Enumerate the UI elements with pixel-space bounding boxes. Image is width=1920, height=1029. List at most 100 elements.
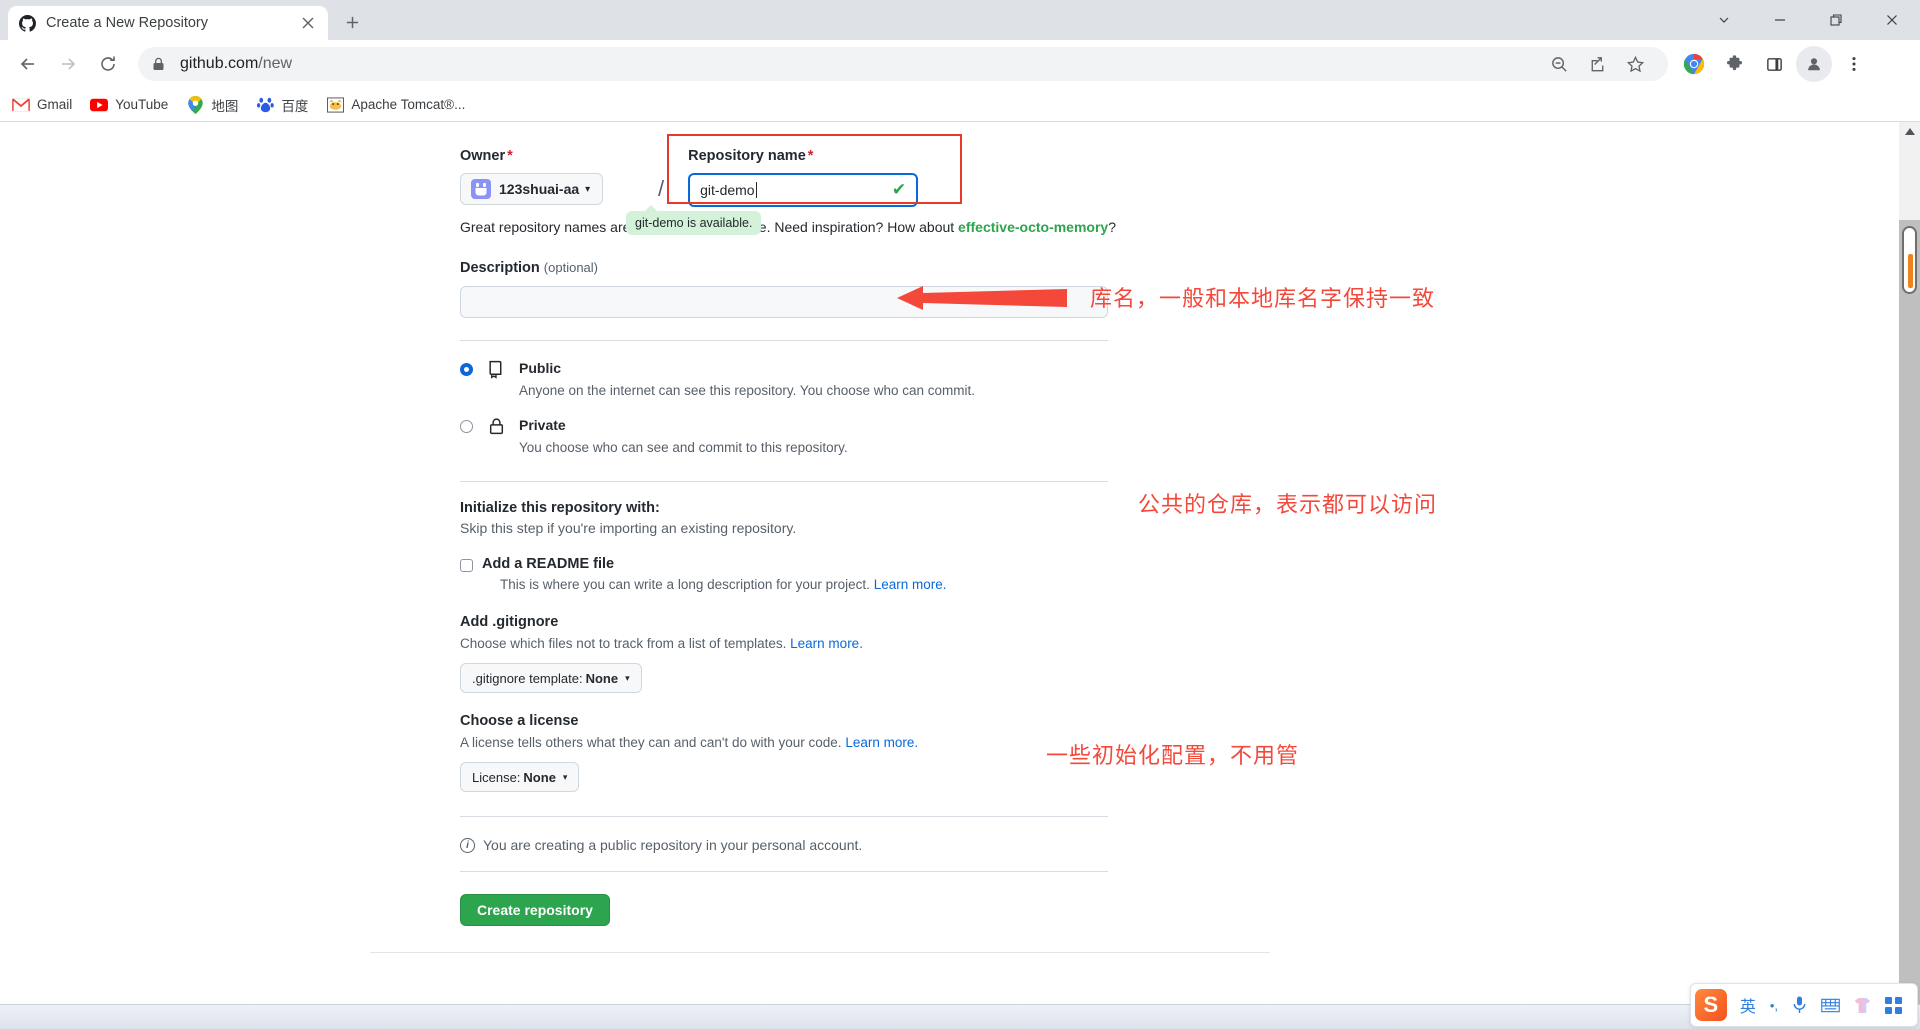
help-inspiration: . Need inspiration? How about bbox=[766, 219, 955, 235]
bookmark-maps[interactable]: 地图 bbox=[186, 95, 238, 115]
chevron-down-icon[interactable] bbox=[1696, 0, 1752, 40]
create-repository-button[interactable]: Create repository bbox=[460, 894, 610, 926]
license-dropdown-value: None bbox=[523, 769, 556, 785]
window-controls bbox=[1696, 0, 1920, 40]
toolbar-right-actions bbox=[1676, 46, 1876, 82]
text-cursor bbox=[755, 182, 757, 198]
required-asterisk: * bbox=[807, 148, 814, 164]
owner-field: Owner * 123shuai-aa ▾ bbox=[460, 148, 650, 205]
google-maps-icon bbox=[186, 95, 204, 114]
tab-strip: Create a New Repository bbox=[0, 0, 1920, 40]
page-bottom-divider bbox=[370, 952, 1270, 953]
description-label: Description (optional) bbox=[460, 260, 598, 276]
close-window-button[interactable] bbox=[1864, 0, 1920, 40]
visibility-title: Public bbox=[519, 360, 562, 376]
skin-icon[interactable] bbox=[1854, 997, 1871, 1014]
browser-tab[interactable]: Create a New Repository bbox=[8, 6, 328, 40]
repository-name-field: Repository name * git-demo ✔ bbox=[688, 148, 919, 207]
initialize-subtitle: Skip this step if you're importing an ex… bbox=[460, 520, 797, 536]
readme-label: Add a README file bbox=[482, 556, 615, 572]
baidu-icon bbox=[256, 96, 274, 114]
license-title: Choose a license bbox=[460, 713, 579, 729]
toolbox-icon[interactable] bbox=[1885, 996, 1902, 1014]
gitignore-title: Add .gitignore bbox=[460, 614, 559, 630]
divider bbox=[460, 340, 1108, 341]
new-tab-button[interactable] bbox=[338, 8, 366, 36]
chevron-down-icon: ▾ bbox=[562, 771, 568, 782]
scroll-up-arrow-icon[interactable] bbox=[1899, 122, 1920, 141]
license-learn-more-link[interactable]: Learn more. bbox=[845, 735, 918, 750]
license-dropdown-prefix: License: bbox=[472, 769, 521, 785]
keyboard-icon[interactable] bbox=[1821, 998, 1840, 1013]
maximize-button[interactable] bbox=[1808, 0, 1864, 40]
browser-toolbar: github.com/new bbox=[0, 40, 1920, 88]
bookmark-baidu[interactable]: 百度 bbox=[256, 95, 308, 115]
bookmark-label: 地图 bbox=[211, 98, 239, 114]
bookmark-label: Gmail bbox=[37, 97, 73, 112]
extensions-icon[interactable] bbox=[1716, 46, 1752, 82]
radio-private[interactable] bbox=[460, 420, 473, 433]
annotation-repo-name: 库名，一般和本地库名字保持一致 bbox=[1090, 287, 1436, 312]
chrome-colored-icon[interactable] bbox=[1676, 46, 1712, 82]
account-note-text: You are creating a public repository in … bbox=[483, 837, 863, 853]
lock-icon bbox=[152, 57, 174, 71]
ime-toolbar[interactable]: S 英 •, bbox=[1689, 983, 1918, 1027]
minimize-button[interactable] bbox=[1752, 0, 1808, 40]
zoom-out-icon[interactable] bbox=[1544, 49, 1574, 79]
gitignore-dropdown-value: None bbox=[585, 670, 619, 686]
reload-icon[interactable] bbox=[90, 46, 126, 82]
repository-name-input-wrap: git-demo ✔ bbox=[688, 173, 919, 207]
radio-public[interactable] bbox=[460, 363, 473, 376]
bookmark-gmail[interactable]: Gmail bbox=[12, 96, 72, 114]
license-dropdown[interactable]: License: None ▾ bbox=[460, 762, 580, 792]
visibility-option-private[interactable]: Private You choose who can see and commi… bbox=[460, 416, 1460, 457]
visibility-private-text: Private You choose who can see and commi… bbox=[519, 416, 848, 457]
new-repository-form: Owner * 123shuai-aa ▾ / Repository name * bbox=[370, 122, 1460, 953]
forward-icon[interactable] bbox=[50, 46, 86, 82]
owner-select[interactable]: 123shuai-aa ▾ bbox=[460, 173, 603, 205]
url-path: /new bbox=[258, 55, 293, 72]
bookmark-youtube[interactable]: YouTube bbox=[90, 96, 168, 114]
readme-description: This is where you can write a long descr… bbox=[500, 577, 947, 592]
omnibox-actions bbox=[1540, 49, 1654, 79]
bookmark-tomcat[interactable]: Apache Tomcat®... bbox=[326, 96, 465, 114]
visibility-option-public[interactable]: Public Anyone on the internet can see th… bbox=[460, 359, 1460, 400]
github-icon bbox=[18, 14, 36, 32]
scrollbar-track[interactable] bbox=[1899, 220, 1920, 1004]
annotation-public-repo: 公共的仓库，表示都可以访问 bbox=[1138, 493, 1438, 518]
valid-check-icon: ✔ bbox=[891, 180, 907, 199]
readme-checkbox[interactable] bbox=[460, 559, 473, 572]
gitignore-template-dropdown[interactable]: .gitignore template: None ▾ bbox=[460, 663, 642, 693]
visibility-title: Private bbox=[519, 417, 566, 433]
suggested-name-link[interactable]: effective-octo-memory bbox=[958, 219, 1108, 235]
star-icon[interactable] bbox=[1620, 49, 1650, 79]
license-description: A license tells others what they can and… bbox=[460, 735, 919, 750]
chevron-down-icon: ▾ bbox=[625, 672, 630, 683]
address-bar[interactable]: github.com/new bbox=[138, 47, 1668, 81]
owner-label: Owner * bbox=[460, 148, 513, 164]
sogou-logo-icon[interactable]: S bbox=[1694, 989, 1727, 1021]
repository-name-help: Great repository names are short and mem… bbox=[460, 205, 1460, 235]
readme-checkbox-row[interactable]: Add a README file bbox=[460, 556, 1460, 572]
menu-icon[interactable] bbox=[1836, 46, 1872, 82]
tab-title: Create a New Repository bbox=[46, 15, 208, 31]
divider bbox=[460, 816, 1108, 817]
share-icon[interactable] bbox=[1582, 49, 1612, 79]
page-scrollbar[interactable] bbox=[1899, 122, 1920, 1004]
profile-icon[interactable] bbox=[1796, 46, 1832, 82]
visibility-public-text: Public Anyone on the internet can see th… bbox=[519, 359, 975, 400]
ime-language-mode[interactable]: 英 bbox=[1740, 993, 1756, 1017]
repository-name-input[interactable]: git-demo ✔ bbox=[688, 173, 919, 207]
side-panel-icon[interactable] bbox=[1756, 46, 1792, 82]
microphone-icon[interactable] bbox=[1792, 996, 1807, 1014]
readme-learn-more-link[interactable]: Learn more. bbox=[874, 577, 947, 592]
visibility-subtitle: Anyone on the internet can see this repo… bbox=[519, 383, 976, 398]
repository-name-label: Repository name * bbox=[688, 148, 814, 164]
scrollbar-thumb[interactable] bbox=[1902, 226, 1917, 294]
back-icon[interactable] bbox=[10, 46, 46, 82]
book-icon bbox=[487, 359, 509, 384]
close-icon[interactable] bbox=[298, 13, 318, 33]
help-suffix: ? bbox=[1108, 219, 1116, 235]
ime-punctuation-toggle[interactable]: •, bbox=[1770, 998, 1778, 1013]
gitignore-learn-more-link[interactable]: Learn more. bbox=[790, 636, 863, 651]
